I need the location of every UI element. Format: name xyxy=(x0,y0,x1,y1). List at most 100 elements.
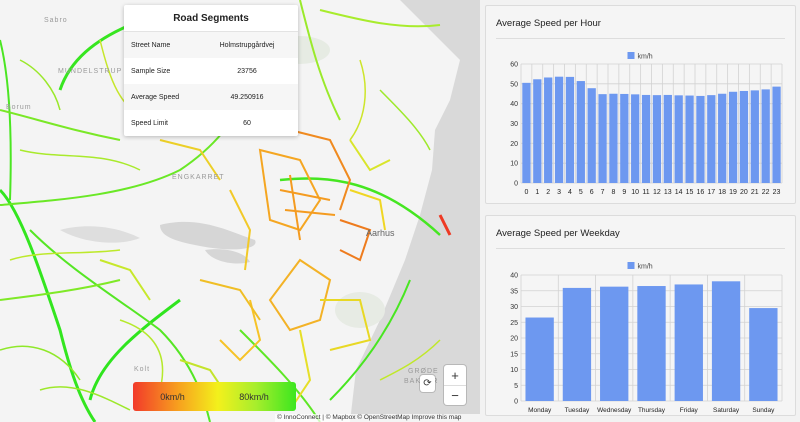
zoom-control: + − xyxy=(444,365,466,405)
place-label: ENGKARRET xyxy=(172,174,225,181)
info-label: Sample Size xyxy=(131,67,171,75)
chart-legend: km/h xyxy=(627,52,653,61)
bar xyxy=(533,79,542,183)
y-tick-label: 20 xyxy=(510,336,518,343)
y-tick-label: 0 xyxy=(514,181,518,188)
speed-color-legend: 0km/h 80km/h xyxy=(133,382,296,411)
bar xyxy=(544,77,553,183)
info-value: 49.250916 xyxy=(230,93,264,101)
bar xyxy=(750,90,759,183)
weekday-speed-panel: Average Speed per Weekday km/h 0 5 10 15 20 25… xyxy=(485,215,796,416)
x-tick-label: 5 xyxy=(579,189,583,196)
y-tick-label: 35 xyxy=(510,288,518,295)
x-tick-label: 9 xyxy=(622,189,626,196)
legend-swatch xyxy=(627,262,635,269)
place-label: Kolt xyxy=(134,366,151,373)
y-tick-label: 30 xyxy=(510,304,518,311)
bar xyxy=(600,286,629,401)
legend-max-label: 80km/h xyxy=(239,391,269,402)
bar xyxy=(522,82,531,183)
x-tick-label: Sunday xyxy=(752,407,775,414)
lake xyxy=(60,226,140,243)
x-tick-label: 15 xyxy=(686,189,694,196)
compass-reset-icon[interactable]: ⟳ xyxy=(420,375,435,392)
x-tick-label: 19 xyxy=(729,189,737,196)
lake xyxy=(205,249,250,264)
bar xyxy=(637,286,666,401)
x-tick-label: 17 xyxy=(707,189,715,196)
x-tick-label: Saturday xyxy=(713,407,740,414)
hourly-speed-chart: km/h01020304050600 1 2 3 4 5 6 7 8 9 10 11 12 13 14 15 1… xyxy=(510,52,783,196)
bar xyxy=(598,94,607,183)
bar xyxy=(685,95,694,183)
y-tick-label: 25 xyxy=(510,320,518,327)
x-tick-label: 13 xyxy=(664,189,672,196)
bar xyxy=(739,90,749,183)
road-segment-card: Road Segments Street Name Holmstrupgårdv… xyxy=(124,5,298,136)
bar xyxy=(707,95,716,183)
bar xyxy=(718,93,727,183)
legend-label: km/h xyxy=(638,54,653,61)
legend-min-label: 0km/h xyxy=(160,391,185,402)
segment-info-row: Speed Limit 60 xyxy=(124,110,298,136)
sea-area xyxy=(350,0,480,422)
y-tick-label: 60 xyxy=(510,62,518,69)
lake xyxy=(160,221,256,250)
bar xyxy=(641,94,651,183)
zoom-in-button[interactable]: + xyxy=(444,365,466,385)
info-value: Holmstrupgårdvej xyxy=(219,41,275,49)
legend-label: km/h xyxy=(638,264,653,271)
hourly-speed-panel: Average Speed per Hour km/h 0 10 20 30 40 50 60… xyxy=(485,5,796,204)
bar xyxy=(565,76,575,183)
chart-legend: km/h xyxy=(627,262,653,271)
y-tick-label: 15 xyxy=(510,351,518,358)
segment-info-row: Street Name Holmstrupgårdvej xyxy=(124,32,298,58)
bar xyxy=(674,284,703,401)
bar xyxy=(631,94,640,183)
bar xyxy=(749,308,778,401)
x-tick-label: 6 xyxy=(590,189,594,196)
x-tick-label: 11 xyxy=(642,189,649,196)
x-tick-label: 3 xyxy=(557,189,561,196)
y-tick-label: 20 xyxy=(510,141,518,148)
bar xyxy=(620,93,629,183)
bar xyxy=(554,76,564,183)
x-tick-label: 8 xyxy=(611,189,615,196)
place-label: Borum xyxy=(6,104,32,111)
bar xyxy=(576,81,585,183)
y-tick-label: 40 xyxy=(510,101,518,108)
place-label: Sabro xyxy=(44,17,68,24)
bar xyxy=(652,95,662,183)
traffic-map[interactable]: Sabro MUNDELSTRUP Borum ENGKARRET Aarhus… xyxy=(0,0,480,422)
bar xyxy=(728,91,738,183)
y-tick-label: 0 xyxy=(514,399,518,406)
place-label: MUNDELSTRUP xyxy=(58,68,123,75)
y-tick-label: 50 xyxy=(510,81,518,88)
x-tick-label: Wednesday xyxy=(597,407,632,414)
bar xyxy=(761,89,770,183)
x-tick-label: 10 xyxy=(631,189,639,196)
x-tick-label: 2 xyxy=(546,189,550,196)
x-tick-label: 18 xyxy=(718,189,726,196)
info-label: Average Speed xyxy=(131,93,180,101)
weekday-speed-chart: km/h 0 5 10 15 20 25 30 35 40 Monday Tuesday Wednesd… xyxy=(510,262,783,414)
zoom-out-button[interactable]: − xyxy=(444,385,466,405)
divider xyxy=(496,38,785,39)
divider xyxy=(496,248,785,249)
map-attribution[interactable]: © InnoConnect | © Mapbox © OpenStreetMap… xyxy=(275,414,480,422)
segment-info-table: Street Name Holmstrupgårdvej Sample Size… xyxy=(124,32,298,136)
x-tick-label: 16 xyxy=(697,189,705,196)
y-tick-label: 40 xyxy=(510,273,518,280)
x-tick-label: 12 xyxy=(653,189,661,196)
bar xyxy=(696,95,705,183)
x-tick-label: 14 xyxy=(675,189,683,196)
y-tick-label: 30 xyxy=(510,121,518,128)
place-label-city: Aarhus xyxy=(366,228,395,238)
info-label: Speed Limit xyxy=(131,119,168,127)
info-value: 23756 xyxy=(237,67,257,75)
bar xyxy=(663,94,672,183)
x-tick-label: 23 xyxy=(773,189,781,196)
place-label: GRØDE xyxy=(408,368,439,375)
x-tick-label: 0 xyxy=(524,189,528,196)
x-tick-label: 22 xyxy=(762,189,770,196)
